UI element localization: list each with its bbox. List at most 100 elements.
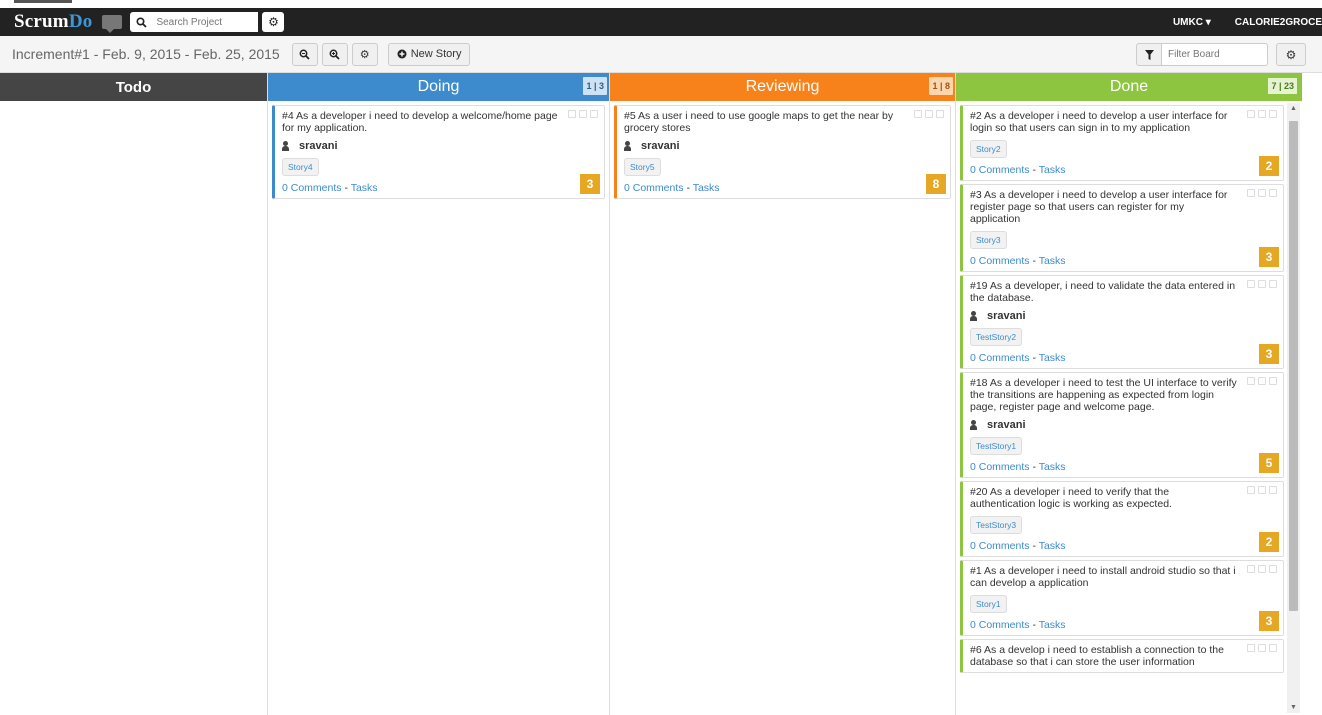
comments-link[interactable]: 0 Comments bbox=[970, 619, 1030, 631]
story-card[interactable]: #3 As a developer i need to develop a us… bbox=[960, 184, 1284, 272]
story-points-badge[interactable]: 3 bbox=[1259, 611, 1279, 631]
story-card[interactable]: #2 As a developer i need to develop a us… bbox=[960, 105, 1284, 181]
column-header-reviewing[interactable]: Reviewing 1 | 8 bbox=[610, 73, 955, 101]
story-points-badge[interactable]: 2 bbox=[1259, 532, 1279, 552]
duplicate-icon[interactable] bbox=[568, 110, 576, 118]
story-card[interactable]: #4 As a developer i need to develop a we… bbox=[272, 105, 605, 199]
filter-settings-gear-icon[interactable]: ⚙ bbox=[1276, 43, 1306, 66]
story-card[interactable]: #6 As a develop i need to establish a co… bbox=[960, 639, 1284, 673]
tasks-link[interactable]: Tasks bbox=[1039, 352, 1066, 364]
story-card[interactable]: #20 As a developer i need to verify that… bbox=[960, 481, 1284, 557]
duplicate-icon[interactable] bbox=[1247, 280, 1255, 288]
link-icon[interactable] bbox=[936, 110, 944, 118]
story-summary[interactable]: #4 As a developer i need to develop a we… bbox=[282, 110, 598, 134]
edit-icon[interactable] bbox=[579, 110, 587, 118]
scroll-down-icon[interactable]: ▼ bbox=[1290, 704, 1297, 711]
edit-icon[interactable] bbox=[1258, 644, 1266, 652]
column-doing: Doing 1 | 3 #4 As a developer i need to … bbox=[268, 73, 610, 715]
duplicate-icon[interactable] bbox=[1247, 377, 1255, 385]
zoom-out-button[interactable] bbox=[291, 42, 318, 66]
scroll-up-icon[interactable]: ▲ bbox=[1290, 105, 1297, 112]
story-points-badge[interactable]: 3 bbox=[1259, 344, 1279, 364]
story-tag[interactable]: Story4 bbox=[282, 158, 319, 176]
zoom-in-button[interactable] bbox=[321, 42, 348, 66]
story-card[interactable]: #19 As a developer, i need to validate t… bbox=[960, 275, 1284, 369]
comments-link[interactable]: 0 Comments bbox=[970, 540, 1030, 552]
story-tag[interactable]: Story3 bbox=[970, 231, 1007, 249]
new-story-button[interactable]: New Story bbox=[387, 42, 471, 66]
link-icon[interactable] bbox=[1269, 377, 1277, 385]
scrollbar[interactable]: ▲ ▼ bbox=[1287, 103, 1300, 713]
board-settings-button[interactable]: ⚙ bbox=[351, 42, 378, 66]
story-summary[interactable]: #1 As a developer i need to install andr… bbox=[970, 565, 1277, 589]
duplicate-icon[interactable] bbox=[914, 110, 922, 118]
story-points-badge[interactable]: 3 bbox=[1259, 247, 1279, 267]
comments-link[interactable]: 0 Comments bbox=[970, 352, 1030, 364]
link-icon[interactable] bbox=[1269, 644, 1277, 652]
column-header-done[interactable]: Done 7 | 23 bbox=[956, 73, 1302, 101]
comments-link[interactable]: 0 Comments bbox=[970, 461, 1030, 473]
story-tag[interactable]: TestStory1 bbox=[970, 437, 1023, 455]
duplicate-icon[interactable] bbox=[1247, 486, 1255, 494]
search-input[interactable] bbox=[152, 12, 259, 32]
edit-icon[interactable] bbox=[1258, 110, 1266, 118]
story-summary[interactable]: #18 As a developer i need to test the UI… bbox=[970, 377, 1277, 413]
column-header-doing[interactable]: Doing 1 | 3 bbox=[268, 73, 609, 101]
tasks-link[interactable]: Tasks bbox=[1039, 619, 1066, 631]
comments-link[interactable]: 0 Comments bbox=[970, 164, 1030, 176]
story-tag[interactable]: TestStory3 bbox=[970, 516, 1023, 534]
duplicate-icon[interactable] bbox=[1247, 644, 1255, 652]
story-summary[interactable]: #5 As a user i need to use google maps t… bbox=[624, 110, 944, 134]
story-points-badge[interactable]: 3 bbox=[580, 174, 600, 194]
tasks-link[interactable]: Tasks bbox=[1039, 461, 1066, 473]
gear-icon[interactable]: ⚙ bbox=[262, 12, 285, 32]
comments-link[interactable]: 0 Comments bbox=[282, 182, 342, 194]
story-summary[interactable]: #19 As a developer, i need to validate t… bbox=[970, 280, 1277, 304]
filter-board-input[interactable] bbox=[1162, 43, 1268, 66]
tasks-link[interactable]: Tasks bbox=[1039, 540, 1066, 552]
story-tag[interactable]: Story1 bbox=[970, 595, 1007, 613]
edit-icon[interactable] bbox=[1258, 377, 1266, 385]
column-header-todo[interactable]: Todo bbox=[0, 73, 267, 101]
comments-link[interactable]: 0 Comments bbox=[624, 182, 684, 194]
story-summary[interactable]: #3 As a developer i need to develop a us… bbox=[970, 189, 1277, 225]
filter-icon[interactable] bbox=[1136, 43, 1162, 66]
link-icon[interactable] bbox=[1269, 565, 1277, 573]
org-dropdown[interactable]: UMKC ▾ bbox=[1173, 17, 1211, 28]
brand-logo[interactable]: ScrumDo bbox=[14, 11, 92, 33]
story-points-badge[interactable]: 5 bbox=[1259, 453, 1279, 473]
tasks-link[interactable]: Tasks bbox=[1039, 164, 1066, 176]
link-icon[interactable] bbox=[590, 110, 598, 118]
story-points-badge[interactable]: 8 bbox=[926, 174, 946, 194]
project-menu[interactable]: CALORIE2GROCE bbox=[1235, 17, 1322, 28]
search-icon[interactable] bbox=[130, 12, 153, 32]
story-card[interactable]: #5 As a user i need to use google maps t… bbox=[614, 105, 951, 199]
edit-icon[interactable] bbox=[1258, 565, 1266, 573]
story-tag[interactable]: Story2 bbox=[970, 140, 1007, 158]
link-icon[interactable] bbox=[1269, 189, 1277, 197]
link-icon[interactable] bbox=[1269, 110, 1277, 118]
tasks-link[interactable]: Tasks bbox=[351, 182, 378, 194]
comments-link[interactable]: 0 Comments bbox=[970, 255, 1030, 267]
duplicate-icon[interactable] bbox=[1247, 565, 1255, 573]
edit-icon[interactable] bbox=[1258, 189, 1266, 197]
scrollbar-thumb[interactable] bbox=[1289, 121, 1298, 611]
story-summary[interactable]: #2 As a developer i need to develop a us… bbox=[970, 110, 1277, 134]
story-card[interactable]: #1 As a developer i need to install andr… bbox=[960, 560, 1284, 636]
story-tag[interactable]: Story5 bbox=[624, 158, 661, 176]
edit-icon[interactable] bbox=[1258, 486, 1266, 494]
chat-icon[interactable] bbox=[102, 15, 123, 33]
link-icon[interactable] bbox=[1269, 486, 1277, 494]
link-icon[interactable] bbox=[1269, 280, 1277, 288]
edit-icon[interactable] bbox=[1258, 280, 1266, 288]
tasks-link[interactable]: Tasks bbox=[1039, 255, 1066, 267]
duplicate-icon[interactable] bbox=[1247, 189, 1255, 197]
story-summary[interactable]: #20 As a developer i need to verify that… bbox=[970, 486, 1277, 510]
story-card[interactable]: #18 As a developer i need to test the UI… bbox=[960, 372, 1284, 478]
story-summary[interactable]: #6 As a develop i need to establish a co… bbox=[970, 644, 1277, 668]
duplicate-icon[interactable] bbox=[1247, 110, 1255, 118]
tasks-link[interactable]: Tasks bbox=[693, 182, 720, 194]
story-tag[interactable]: TestStory2 bbox=[970, 328, 1023, 346]
story-points-badge[interactable]: 2 bbox=[1259, 156, 1279, 176]
edit-icon[interactable] bbox=[925, 110, 933, 118]
